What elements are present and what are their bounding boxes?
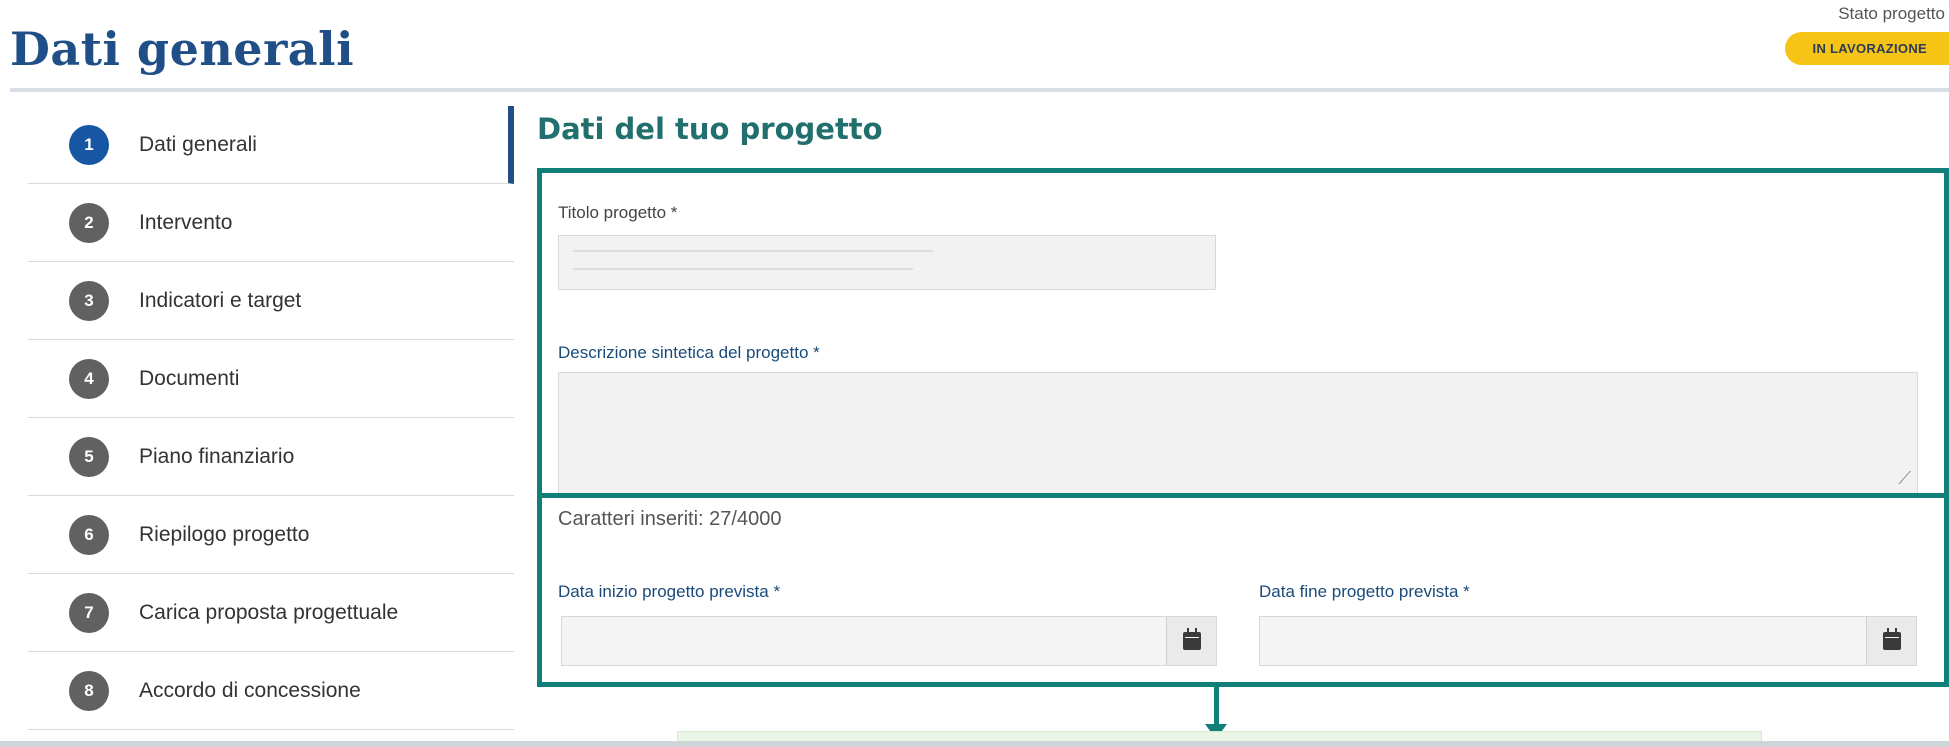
status-badge: IN LAVORAZIONE [1784,32,1949,65]
sidebar-item-intervento[interactable]: 2 Intervento [28,184,514,262]
step-number-badge: 8 [69,670,109,711]
header-divider [10,88,1949,92]
highlight-box-bottom [537,493,1949,687]
status-label: Stato progetto [1838,4,1945,23]
sidebar-item-label: Intervento [139,210,233,234]
bottom-divider [0,741,1949,747]
page-title: Dati generali [10,22,355,76]
step-number-badge: 7 [69,592,109,633]
section-title: Dati del tuo progetto [537,112,883,146]
sidebar-item-label: Piano finanziario [139,444,295,468]
sidebar-item-label: Riepilogo progetto [139,522,310,546]
sidebar-item-documenti[interactable]: 4 Documenti [28,340,514,418]
sidebar-item-indicatori-target[interactable]: 3 Indicatori e target [28,262,514,340]
steps-sidebar: 1 Dati generali 2 Intervento 3 Indicator… [28,106,514,730]
sidebar-item-piano-finanziario[interactable]: 5 Piano finanziario [28,418,514,496]
sidebar-item-carica-proposta[interactable]: 7 Carica proposta progettuale [28,574,514,652]
project-status: Stato progetto IN LAVORAZIONE [1719,4,1949,65]
sidebar-item-dati-generali[interactable]: 1 Dati generali [28,106,514,184]
sidebar-item-accordo-concessione[interactable]: 8 Accordo di concessione [28,652,514,730]
step-number-badge: 1 [69,124,109,165]
sidebar-item-label: Carica proposta progettuale [139,600,399,624]
step-number-badge: 6 [69,514,109,555]
highlight-box-top [537,168,1949,498]
sidebar-item-label: Documenti [139,366,240,390]
annotation-arrow-stem [1214,687,1219,727]
step-number-badge: 4 [69,358,109,399]
sidebar-item-label: Dati generali [139,132,257,156]
step-number-badge: 5 [69,436,109,477]
sidebar-item-riepilogo-progetto[interactable]: 6 Riepilogo progetto [28,496,514,574]
sidebar-item-label: Indicatori e target [139,288,302,312]
step-number-badge: 2 [69,202,109,243]
step-number-badge: 3 [69,280,109,321]
sidebar-item-label: Accordo di concessione [139,678,361,702]
